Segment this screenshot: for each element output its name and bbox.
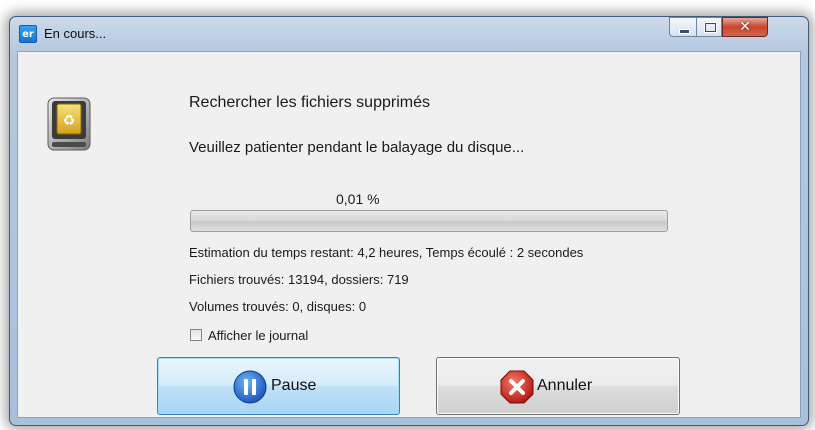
dialog-body: ♻ Rechercher les fichiers supprimés Veui…: [17, 51, 801, 418]
progress-dialog: er En cours... ✕ ♻ Rechercher les fichie…: [9, 16, 809, 426]
window-title: En cours...: [44, 26, 107, 41]
time-estimate: Estimation du temps restant: 4,2 heures,…: [189, 245, 584, 260]
title-bar[interactable]: er En cours... ✕: [10, 17, 808, 51]
status-message: Veuillez patienter pendant le balayage d…: [189, 139, 525, 156]
app-icon: er: [19, 25, 37, 43]
progress-bar: [190, 210, 668, 232]
progress-percent: 0,01 %: [336, 191, 380, 207]
close-button[interactable]: ✕: [722, 17, 768, 37]
show-log-label[interactable]: Afficher le journal: [208, 328, 308, 343]
maximize-icon: [705, 23, 716, 32]
pause-button[interactable]: Pause: [157, 357, 400, 415]
maximize-button[interactable]: [696, 17, 722, 37]
cancel-button[interactable]: Annuler: [436, 357, 680, 415]
pause-icon: [233, 370, 267, 404]
volumes-found: Volumes trouvés: 0, disques: 0: [189, 299, 367, 314]
minimize-icon: [679, 29, 690, 34]
cancel-button-label: Annuler: [537, 377, 593, 394]
recycle-drive-icon: ♻: [47, 97, 91, 151]
minimize-button[interactable]: [669, 17, 696, 37]
pause-button-label: Pause: [271, 377, 317, 394]
svg-text:♻: ♻: [63, 113, 76, 129]
files-found: Fichiers trouvés: 13194, dossiers: 719: [189, 272, 409, 287]
cancel-x-icon: [500, 370, 534, 404]
show-log-checkbox[interactable]: [190, 329, 202, 341]
close-icon: ✕: [739, 19, 751, 35]
dialog-heading: Rechercher les fichiers supprimés: [189, 94, 430, 111]
